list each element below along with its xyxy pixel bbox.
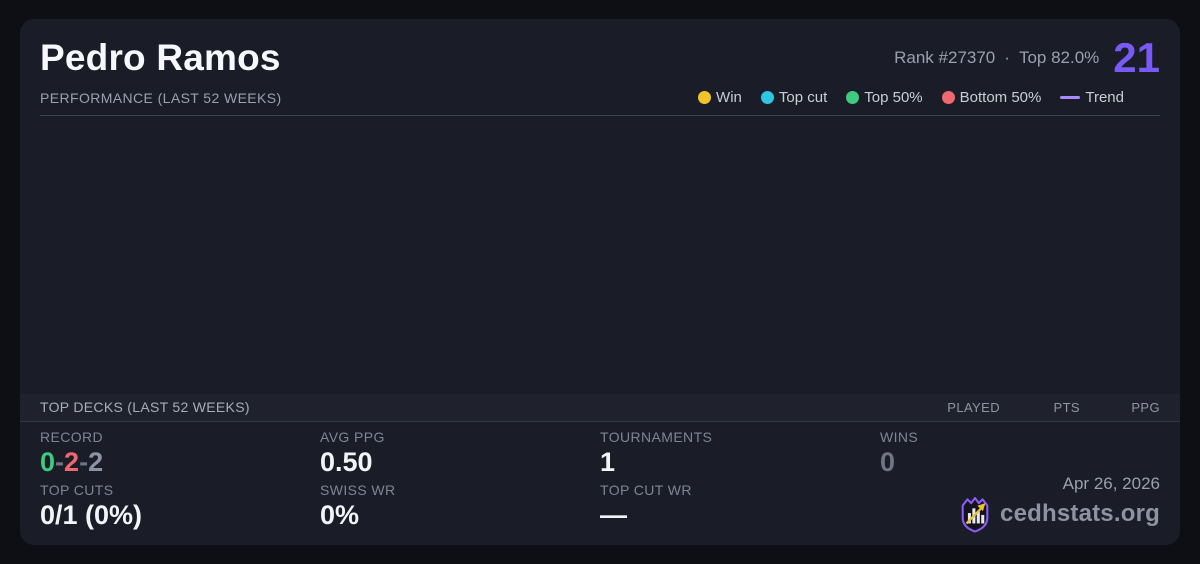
- dot-separator: ·: [1004, 48, 1010, 67]
- win-marker-icon: [698, 91, 712, 104]
- legend-item-bottom-50: Bottom 50%: [941, 89, 1042, 106]
- chart-legend: Win Top cut Top 50% Bottom 50% Trend: [698, 89, 1124, 106]
- legend-label: Bottom 50%: [959, 89, 1042, 106]
- legend-item-trend: Trend: [1060, 89, 1124, 106]
- legend-label: Trend: [1085, 89, 1124, 106]
- column-ppg: PPG: [1131, 399, 1160, 415]
- record-draws: 2: [88, 446, 104, 477]
- stat-label: WINS: [880, 428, 919, 445]
- legend-label: Top cut: [778, 89, 828, 106]
- record-separator: -: [79, 446, 89, 477]
- legend-item-top-cut: Top cut: [760, 89, 828, 106]
- record-separator: -: [55, 446, 65, 477]
- trend-line-icon: [1060, 96, 1081, 99]
- rank-wrap: Rank #27370 · Top 82.0% 21: [894, 37, 1160, 79]
- top-percent-text: Top 82.0%: [1018, 48, 1100, 67]
- stat-wins: WINS 0: [880, 429, 1160, 478]
- legend-item-top-50: Top 50%: [846, 89, 923, 106]
- top-decks-header: TOP DECKS (LAST 52 WEEKS) PLAYED PTS PPG: [20, 394, 1180, 422]
- cedhstats-logo-icon: [961, 496, 989, 533]
- stat-top-cut-wr: TOP CUT WR —: [600, 482, 880, 531]
- record-losses: 2: [64, 446, 80, 477]
- record-value: 0-2-2: [40, 447, 320, 478]
- player-score: 21: [1113, 34, 1160, 81]
- brand-row: cedhstats.org: [958, 495, 1160, 533]
- card-date: Apr 26, 2026: [1062, 474, 1160, 493]
- legend-label: Top 50%: [864, 89, 923, 106]
- top-cut-wr-value: —: [600, 499, 627, 530]
- performance-title: PERFORMANCE (LAST 52 WEEKS): [40, 89, 282, 106]
- card-footer: Apr 26, 2026 cedhstats.org: [958, 474, 1160, 533]
- stat-label: SWISS WR: [320, 481, 396, 498]
- swiss-wr-value: 0%: [320, 499, 360, 530]
- card-header: Pedro Ramos Rank #27370 · Top 82.0% 21: [40, 37, 1160, 79]
- stat-label: TOP CUTS: [40, 481, 114, 498]
- brand-name: cedhstats.org: [1000, 500, 1160, 527]
- top-50-marker-icon: [846, 91, 860, 104]
- bottom-50-marker-icon: [941, 91, 955, 104]
- stat-label: RECORD: [40, 428, 104, 445]
- legend-item-win: Win: [698, 89, 742, 106]
- record-wins: 0: [40, 446, 56, 477]
- performance-chart: [40, 116, 1160, 394]
- top-decks-columns: PLAYED PTS PPG: [920, 400, 1160, 415]
- tournaments-value: 1: [600, 446, 616, 477]
- player-name: Pedro Ramos: [40, 36, 281, 78]
- legend-label: Win: [716, 89, 742, 106]
- stat-label: TOP CUT WR: [600, 481, 692, 498]
- stat-avg-ppg: AVG PPG 0.50: [320, 429, 600, 478]
- column-pts: PTS: [1053, 399, 1080, 415]
- column-played: PLAYED: [947, 399, 1000, 415]
- avg-ppg-value: 0.50: [320, 446, 373, 477]
- top-cut-marker-icon: [760, 91, 774, 104]
- stat-record: RECORD 0-2-2: [40, 429, 320, 478]
- stat-swiss-wr: SWISS WR 0%: [320, 482, 600, 531]
- player-stats-card: Pedro Ramos Rank #27370 · Top 82.0% 21 P…: [20, 19, 1180, 545]
- top-cuts-value: 0/1 (0%): [40, 499, 143, 530]
- top-decks-title: TOP DECKS (LAST 52 WEEKS): [40, 399, 250, 416]
- performance-section-header: PERFORMANCE (LAST 52 WEEKS) Win Top cut …: [40, 89, 1160, 116]
- stat-top-cuts: TOP CUTS 0/1 (0%): [40, 482, 320, 531]
- rank-text: Rank #27370: [894, 48, 996, 67]
- stat-label: AVG PPG: [320, 428, 385, 445]
- stat-label: TOURNAMENTS: [600, 428, 713, 445]
- stat-tournaments: TOURNAMENTS 1: [600, 429, 880, 478]
- rank-line: Rank #27370 · Top 82.0%: [894, 48, 1099, 68]
